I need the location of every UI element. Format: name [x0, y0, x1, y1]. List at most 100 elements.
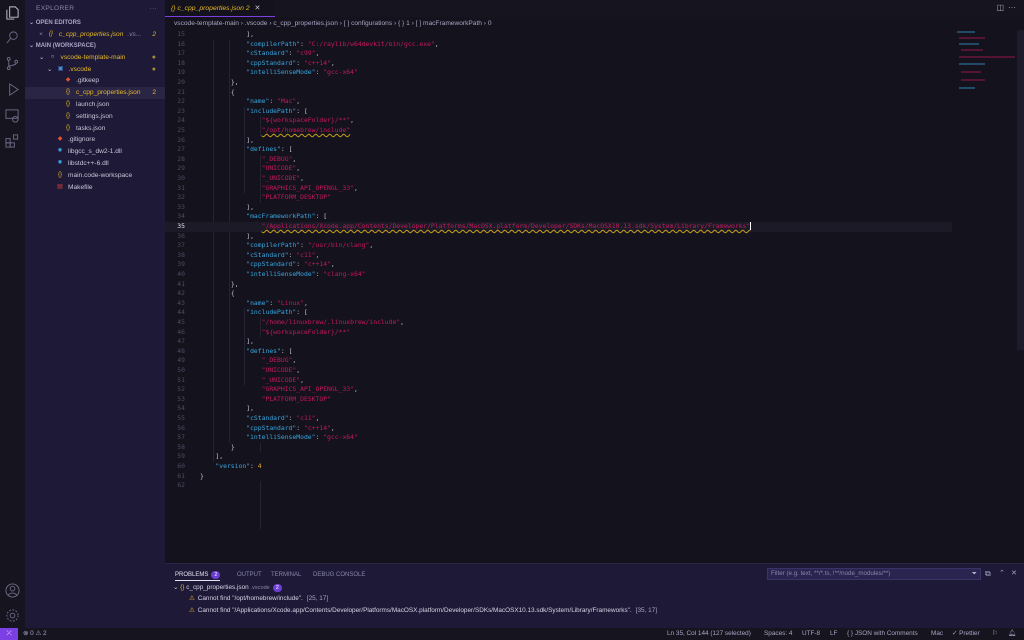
breadcrumb-item[interactable]: [ ] macFrameworkPath — [416, 20, 482, 27]
tree-item[interactable]: ▤ Makefile — [25, 182, 165, 194]
modified-dot-icon: ● — [151, 53, 156, 61]
tree-item[interactable]: {} tasks.json — [25, 123, 165, 135]
language-mode[interactable]: { } JSON with Comments — [847, 628, 918, 640]
account-icon[interactable] — [5, 583, 20, 598]
chevron-down-icon[interactable]: ⌄ — [47, 64, 53, 76]
tree-item-label: main.code-workspace — [68, 171, 133, 179]
line-number: 53 — [177, 394, 185, 403]
line-number: 28 — [177, 154, 185, 163]
code-line: 62 — [165, 481, 520, 491]
cpp-configuration[interactable]: Mac — [931, 628, 943, 640]
code-line: 27 "defines": [ — [165, 145, 520, 155]
code-token: "_UNICODE" — [261, 174, 301, 182]
code-line: 21 { — [165, 88, 520, 98]
close-icon[interactable]: × — [39, 29, 43, 41]
problem-message: Cannot find "/opt/homebrew/include". — [197, 595, 303, 602]
breadcrumb-item[interactable]: { } 1 — [398, 20, 410, 27]
tab-problems[interactable]: PROBLEMS 2 — [175, 569, 221, 581]
line-text: "_DEBUG", — [262, 155, 297, 165]
tree-item[interactable]: ◆ .gitkeep — [25, 75, 165, 87]
code-token: : [ — [280, 346, 293, 355]
code-line: 31 "GRAPHICS_API_OPENGL_33", — [165, 184, 520, 194]
code-line: 57 "intelliSenseMode": "gcc-x64" — [165, 433, 520, 443]
line-text: ], — [215, 452, 223, 462]
search-icon[interactable] — [5, 30, 20, 45]
chevron-down-icon[interactable]: ⌄ — [39, 52, 45, 64]
source-control-icon[interactable] — [5, 56, 20, 71]
breadcrumb-item[interactable]: vscode-template-main — [174, 20, 239, 27]
code-token: "cppStandard" — [246, 260, 297, 269]
breadcrumb-item[interactable]: c_cpp_properties.json — [273, 20, 338, 27]
end-of-line[interactable]: LF — [830, 628, 837, 640]
open-editors-section[interactable]: ⌄ OPEN EDITORS — [25, 18, 165, 29]
remote-explorer-icon[interactable] — [5, 108, 20, 123]
close-panel-icon[interactable]: ✕ — [1011, 569, 1017, 577]
maximize-panel-icon[interactable]: ⌃ — [999, 569, 1005, 577]
line-text: { — [231, 88, 235, 98]
code-token: ], — [246, 404, 254, 413]
extensions-icon[interactable] — [5, 133, 20, 148]
editor-scrollbar[interactable] — [1017, 30, 1024, 350]
feedback-icon[interactable]: ⚐ — [992, 628, 998, 640]
problems-status[interactable]: ⊗ 0 ⚠ 2 — [23, 628, 47, 640]
code-line: 36], — [165, 232, 520, 242]
minimap[interactable] — [955, 30, 1017, 100]
line-number: 25 — [177, 126, 185, 134]
problem-row[interactable]: ⚠ Cannot find "/opt/homebrew/include". [25… — [189, 593, 328, 604]
collapse-all-icon[interactable]: ⧉ — [985, 569, 991, 579]
notifications-bell-icon[interactable]: 🔔︎ — [1008, 628, 1016, 640]
file-icon: {} — [57, 171, 62, 178]
tree-item[interactable]: {} launch.json — [25, 99, 165, 111]
problems-filter-input[interactable]: Filter (e.g. text, **/*.ts, !**/node_mod… — [767, 568, 981, 580]
code-token: "cStandard" — [246, 250, 289, 259]
prettier-status[interactable]: ✓ Prettier — [952, 628, 980, 640]
tree-item[interactable]: {} settings.json — [25, 111, 165, 123]
code-token: : — [300, 39, 308, 48]
code-token: "c99" — [296, 49, 316, 58]
workspace-section[interactable]: ⌄ MAIN (WORKSPACE) — [25, 41, 165, 52]
tab-label: c_cpp_properties.json — [177, 5, 244, 12]
breadcrumb-item[interactable]: 0 — [488, 20, 492, 27]
tree-item[interactable]: ⌄ ○ vscode-template-main ● — [25, 52, 165, 64]
filter-icon[interactable]: ⏷ — [972, 569, 977, 579]
tab-c-cpp-properties[interactable]: {} c_cpp_properties.json 2 ✕ — [165, 0, 275, 17]
encoding[interactable]: UTF-8 — [802, 628, 820, 640]
file-icon: {} — [65, 112, 70, 119]
settings-gear-icon[interactable] — [5, 608, 20, 623]
remote-indicator-icon[interactable]: ⤫ — [0, 628, 18, 640]
tree-item[interactable]: ✹ libstdc++-6.dll — [25, 158, 165, 170]
tab-terminal[interactable]: TERMINAL — [271, 569, 301, 581]
run-debug-icon[interactable] — [5, 82, 20, 97]
breadcrumb-item[interactable]: .vscode — [245, 20, 268, 27]
tab-output[interactable]: OUTPUT — [237, 569, 262, 581]
indentation[interactable]: Spaces: 4 — [764, 628, 792, 640]
code-token: "name" — [246, 97, 270, 106]
breadcrumb-item[interactable]: [ ] configurations — [344, 20, 392, 27]
line-text: } — [231, 443, 235, 453]
more-actions-icon[interactable]: ··· — [150, 0, 158, 18]
code-token: "PLATFORM_DESKTOP" — [261, 193, 331, 202]
tab-debug-console[interactable]: DEBUG CONSOLE — [313, 569, 365, 581]
code-editor[interactable]: 15], 16 "compilerPath": "C:/raylib/w64devk… — [165, 30, 955, 560]
more-actions-icon[interactable]: ··· — [1008, 3, 1016, 12]
tree-item[interactable]: {} main.code-workspace — [25, 170, 165, 182]
explorer-icon[interactable] — [5, 5, 20, 20]
code-token: "c11" — [296, 250, 316, 259]
line-text: ], — [246, 337, 254, 347]
file-icon: {} — [65, 89, 70, 96]
line-number: 41 — [177, 279, 185, 288]
split-editor-icon[interactable]: ◫ — [996, 3, 1004, 12]
cursor-position[interactable]: Ln 35, Col 144 (127 selected) — [667, 628, 751, 640]
problem-row[interactable]: ⚠ Cannot find "/Applications/Xcode.app/Co… — [189, 605, 657, 616]
tree-item[interactable]: ⌄ ▣ .vscode ● — [25, 64, 165, 76]
tree-item[interactable]: ✹ libgcc_s_dw2-1.dll — [25, 146, 165, 158]
tree-item[interactable]: {} c_cpp_properties.json 2 — [25, 87, 165, 99]
tree-item[interactable]: ◆ .gitignore — [25, 134, 165, 146]
line-number: 15 — [177, 30, 185, 38]
line-number: 57 — [177, 433, 185, 442]
open-editor-item[interactable]: × {} c_cpp_properties.json .vs... 2 — [25, 29, 165, 41]
line-text: "intelliSenseMode": "gcc-x64" — [246, 68, 358, 78]
close-tab-icon[interactable]: ✕ — [255, 5, 261, 12]
problem-file-row[interactable]: ⌄ {} c_cpp_properties.json .vscode 2 — [173, 582, 282, 593]
code-line: 43 "name": "Linux", — [165, 299, 520, 309]
